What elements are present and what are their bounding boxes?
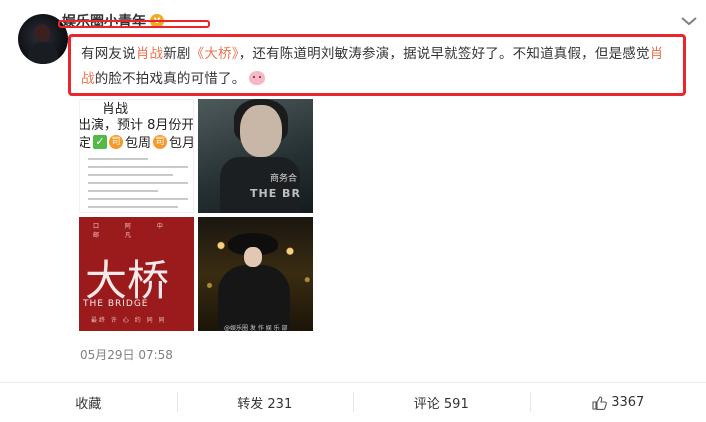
action-bar: 收藏 转发 231 评论 591 3367 — [0, 383, 706, 422]
image-text: 包月 — [169, 136, 194, 151]
post-timestamp[interactable]: 05月29日 07:58 — [80, 346, 173, 363]
image-text: 最终 许 心 约 同 同 — [91, 317, 167, 324]
avatar-body — [28, 42, 58, 64]
image-text: 定 — [79, 136, 92, 151]
image-text: 口 阿 中 邮 凡 — [93, 223, 175, 239]
image-text-row: 定 ✓ 司 包周 司 包月 — [79, 132, 194, 151]
comment-button[interactable]: 评论 591 — [353, 383, 530, 422]
image-text: 商务合 — [270, 174, 298, 184]
like-button[interactable]: 3367 — [529, 383, 706, 422]
favorite-button[interactable]: 收藏 — [0, 383, 177, 422]
topic-link[interactable]: 肖战 — [136, 46, 163, 62]
image-text: 出演，预计 8月份开机 — [79, 118, 194, 133]
red-annotation-username — [58, 20, 210, 28]
thumbs-up-icon — [592, 395, 608, 410]
post-text-part: 新剧 — [163, 46, 191, 62]
image-text: 包周 — [125, 136, 152, 151]
comment-label: 评论 591 — [413, 397, 469, 412]
repost-label: 转发 231 — [237, 397, 293, 412]
repost-button[interactable]: 转发 231 — [176, 383, 354, 422]
gallery-image[interactable]: @娱乐圈 发 作 娱 乐 部 — [198, 217, 313, 331]
image-text: THE BR — [250, 187, 301, 200]
avatar-head — [34, 24, 50, 42]
figure-coat — [218, 265, 290, 331]
post-text-part: ，还有陈道明刘敏涛参演，据说早就签好了。不知道真假，但是感觉 — [238, 46, 650, 62]
check-icon: ✓ — [93, 134, 108, 149]
chevron-down-icon[interactable] — [680, 14, 698, 28]
figure-coat — [220, 157, 300, 213]
post-text: 有网友说肖战新剧《大桥》，还有陈道明刘敏涛参演，据说早就签好了。不知道真假，但是… — [68, 34, 686, 96]
post-text-part: 有网友说 — [81, 46, 136, 62]
watermark: @娱乐圈 发 作 娱 乐 部 — [224, 325, 288, 331]
like-count: 3367 — [611, 395, 645, 410]
sign-icon: 司 — [153, 134, 168, 149]
pig-emoji-icon — [249, 71, 266, 85]
gallery-image[interactable]: 商务合 THE BR — [198, 99, 313, 213]
figure-face — [244, 247, 262, 267]
topic-link[interactable]: 《大桥》 — [191, 46, 239, 62]
figure-face — [240, 105, 282, 157]
post-text-part: 的脸不拍戏真的可惜了。 — [94, 71, 246, 87]
gallery-image[interactable]: 口 阿 中 邮 凡 大桥 THE BRIDGE 最终 许 心 约 同 同 — [79, 217, 194, 331]
sign-icon: 司 — [109, 134, 124, 149]
document-lines — [88, 158, 188, 212]
image-text: THE BRIDGE — [83, 299, 149, 309]
gallery-image[interactable]: 肖战 出演，预计 8月份开机 定 ✓ 司 包周 司 包月 — [79, 99, 194, 213]
image-gallery: 肖战 出演，预计 8月份开机 定 ✓ 司 包周 司 包月 商务合 THE BR … — [79, 99, 313, 331]
favorite-label: 收藏 — [75, 397, 102, 412]
